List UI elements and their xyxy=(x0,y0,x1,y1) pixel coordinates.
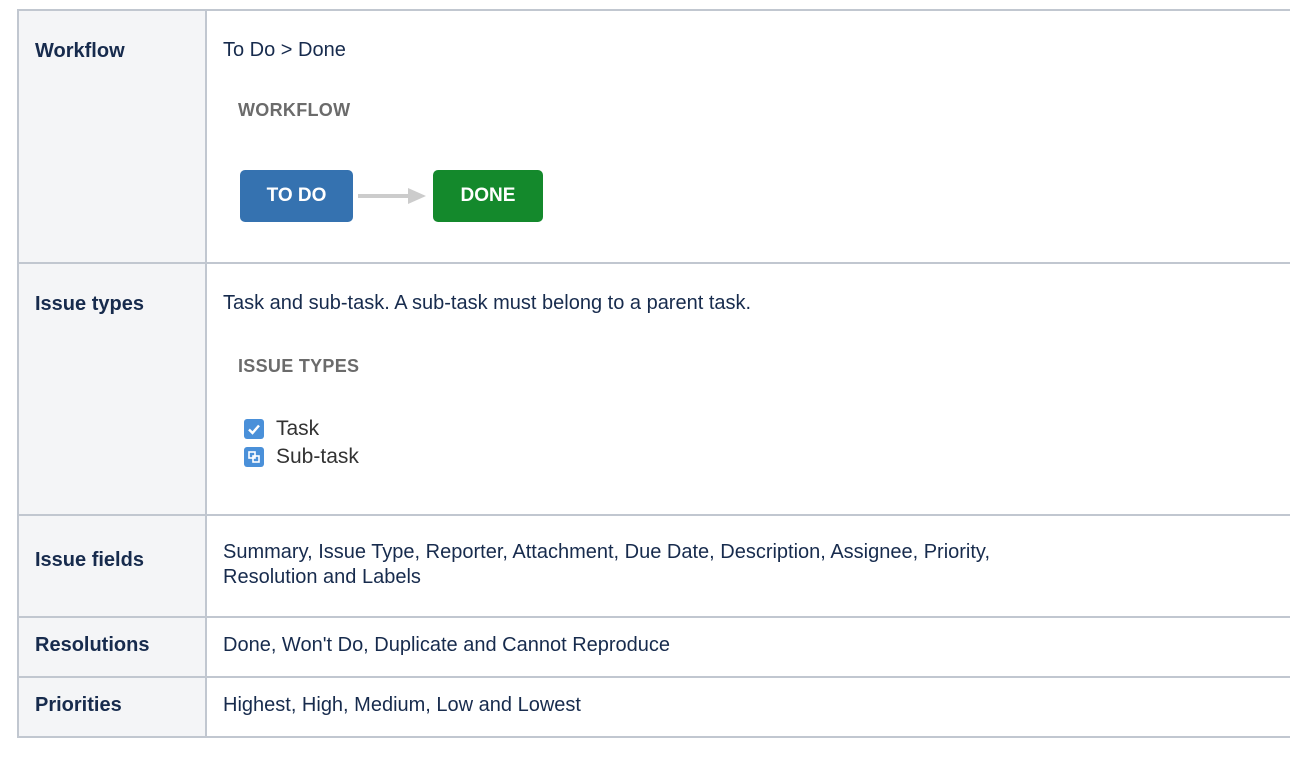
row-value-issue-types: Task and sub-task. A sub-task must belon… xyxy=(205,262,1290,516)
subtask-icon xyxy=(244,447,264,467)
row-value-priorities: Highest, High, Medium, Low and Lowest xyxy=(205,676,1290,738)
issue-fields-line-1: Summary, Issue Type, Reporter, Attachmen… xyxy=(223,541,991,563)
list-item-subtask: Sub-task xyxy=(244,443,1290,471)
workflow-summary: To Do > Done xyxy=(223,39,346,61)
row-value-resolutions: Done, Won't Do, Duplicate and Cannot Rep… xyxy=(205,616,1290,678)
status-lozenge-done: DONE xyxy=(433,170,543,222)
row-header-resolutions: Resolutions xyxy=(17,616,207,678)
issue-type-label: Task xyxy=(276,417,320,440)
table-row-priorities: Priorities Highest, High, Medium, Low an… xyxy=(17,676,1290,738)
transition-arrow-icon xyxy=(353,170,433,222)
table-row-issue-fields: Issue fields Summary, Issue Type, Report… xyxy=(17,514,1290,618)
row-value-workflow: To Do > Done WORKFLOW TO DO DONE xyxy=(205,9,1290,264)
list-item-task: Task xyxy=(244,415,1290,443)
table-row-workflow: Workflow To Do > Done WORKFLOW TO DO DON… xyxy=(17,9,1290,264)
row-header-issue-types: Issue types xyxy=(17,262,207,516)
status-lozenge-todo: TO DO xyxy=(240,170,353,222)
row-value-issue-fields: Summary, Issue Type, Reporter, Attachmen… xyxy=(205,514,1290,618)
issue-types-list: Task Sub-task xyxy=(244,415,1290,471)
config-table: Workflow To Do > Done WORKFLOW TO DO DON… xyxy=(17,9,1290,738)
issue-types-summary: Task and sub-task. A sub-task must belon… xyxy=(223,292,752,314)
checkbox-icon xyxy=(244,419,264,439)
table-row-issue-types: Issue types Task and sub-task. A sub-tas… xyxy=(17,262,1290,516)
row-header-priorities: Priorities xyxy=(17,676,207,738)
workflow-diagram-heading: WORKFLOW xyxy=(238,100,351,120)
issue-type-label: Sub-task xyxy=(276,445,359,468)
issue-types-heading: ISSUE TYPES xyxy=(238,356,360,376)
table-row-resolutions: Resolutions Done, Won't Do, Duplicate an… xyxy=(17,616,1290,678)
workflow-diagram: TO DO DONE xyxy=(240,170,1290,222)
row-header-workflow: Workflow xyxy=(17,9,207,264)
issue-fields-line-2: Resolution and Labels xyxy=(223,566,421,588)
row-header-issue-fields: Issue fields xyxy=(17,514,207,618)
